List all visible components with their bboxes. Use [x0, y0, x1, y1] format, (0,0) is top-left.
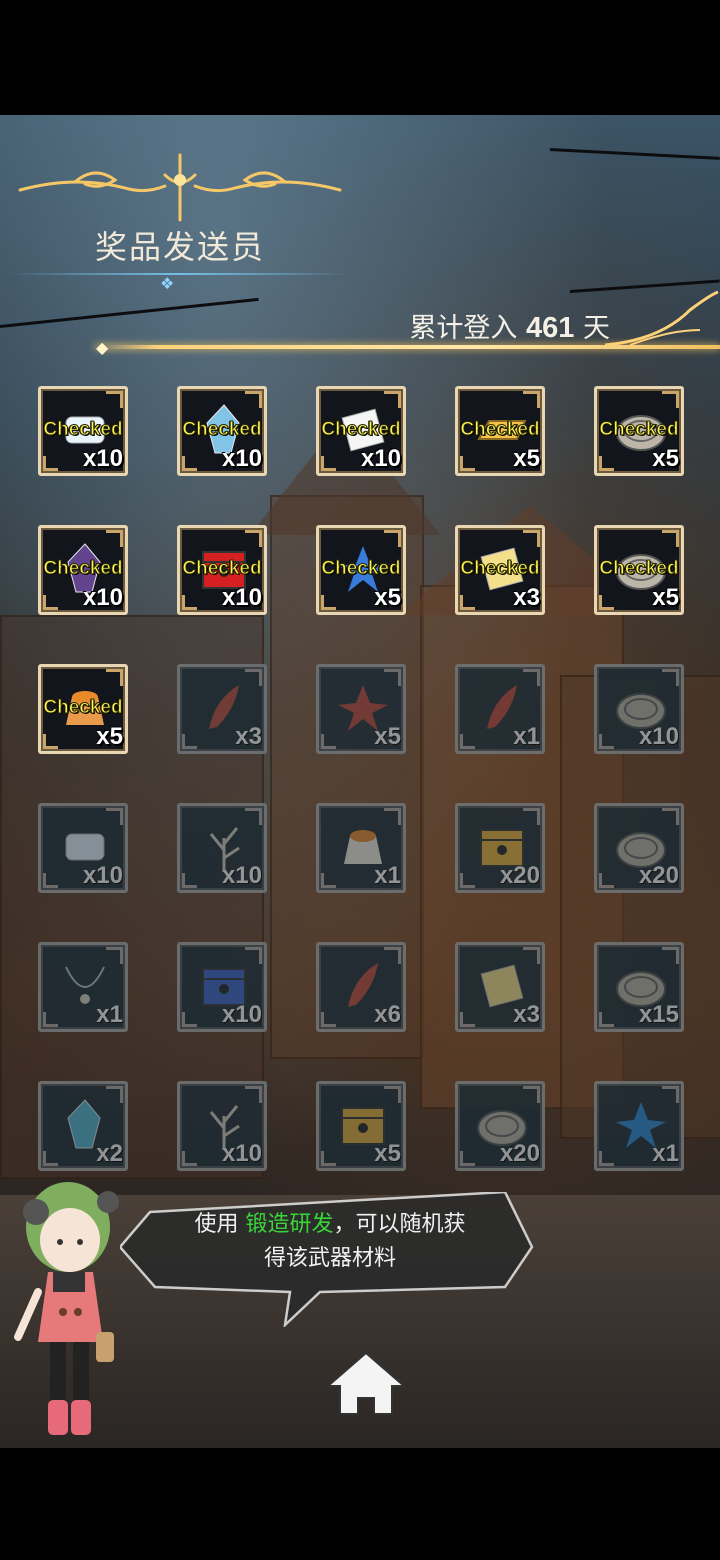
reward-slot[interactable]: x5 — [316, 664, 406, 754]
reward-slot[interactable]: x2 — [38, 1081, 128, 1171]
checked-label: Checked — [43, 419, 123, 441]
checked-label: Checked — [599, 419, 679, 441]
tip-text: 使用 锻造研发，可以随机获 得该武器材料 — [160, 1208, 500, 1276]
page-title: 奖品发送员 — [94, 228, 265, 266]
tip-line2: 得该武器材料 — [263, 1246, 396, 1271]
reward-quantity: x3 — [235, 723, 262, 750]
reward-quantity: x6 — [374, 1001, 401, 1028]
reward-quantity: x20 — [499, 862, 540, 889]
checked-label: Checked — [43, 558, 123, 580]
reward-quantity: x2 — [96, 1140, 123, 1167]
checked-label: Checked — [599, 558, 679, 580]
reward-slot[interactable]: Checked x5 — [316, 525, 406, 615]
login-divider-tip-icon: ◆ — [96, 338, 109, 357]
reward-quantity: x1 — [96, 1001, 123, 1028]
reward-slot[interactable]: x15 — [594, 942, 684, 1032]
checked-label: Checked — [182, 558, 262, 580]
reward-quantity: x20 — [499, 1140, 540, 1167]
reward-slot[interactable]: Checked x5 — [38, 664, 128, 754]
mascot-character — [14, 1182, 119, 1435]
reward-slot[interactable]: x10 — [177, 942, 267, 1032]
reward-quantity: x3 — [513, 1001, 540, 1028]
reward-quantity: x10 — [221, 584, 262, 611]
reward-slot[interactable]: x20 — [455, 1081, 545, 1171]
reward-quantity: x5 — [652, 584, 679, 611]
tip-prefix: 使用 — [194, 1212, 239, 1237]
reward-quantity: x5 — [374, 1140, 401, 1167]
reward-quantity: x10 — [221, 862, 262, 889]
reward-quantity: x1 — [374, 862, 401, 889]
reward-quantity: x5 — [652, 445, 679, 472]
reward-slot[interactable]: Checked x10 — [38, 386, 128, 476]
reward-quantity: x5 — [513, 445, 540, 472]
reward-quantity: x15 — [638, 1001, 679, 1028]
reward-quantity: x10 — [221, 1140, 262, 1167]
reward-quantity: x20 — [638, 862, 679, 889]
title-ornament — [18, 153, 342, 222]
reward-slot[interactable]: x5 — [316, 1081, 406, 1171]
reward-quantity: x10 — [82, 584, 123, 611]
home-button[interactable] — [326, 1350, 406, 1416]
reward-slot[interactable]: Checked x5 — [594, 525, 684, 615]
login-counter: 累计登入 461 天 — [409, 306, 610, 345]
reward-quantity: x10 — [82, 862, 123, 889]
checked-label: Checked — [321, 419, 401, 441]
login-prefix: 累计登入 — [409, 313, 518, 344]
reward-slot[interactable]: x3 — [177, 664, 267, 754]
reward-quantity: x10 — [360, 445, 401, 472]
reward-slot[interactable]: Checked x5 — [455, 386, 545, 476]
reward-quantity: x3 — [513, 584, 540, 611]
login-days: 461 — [526, 312, 575, 344]
reward-slot[interactable]: Checked x3 — [455, 525, 545, 615]
tip-suffix: ，可以随机获 — [333, 1212, 466, 1237]
checked-label: Checked — [460, 419, 540, 441]
login-divider — [95, 345, 720, 349]
reward-quantity: x10 — [221, 1001, 262, 1028]
title-divider — [10, 273, 350, 275]
reward-slot[interactable]: x1 — [38, 942, 128, 1032]
reward-slot[interactable]: Checked x5 — [594, 386, 684, 476]
login-curl-ornament — [604, 290, 719, 347]
reward-slot[interactable]: x10 — [177, 1081, 267, 1171]
checked-label: Checked — [460, 558, 540, 580]
reward-quantity: x1 — [652, 1140, 679, 1167]
reward-slot[interactable]: x1 — [316, 803, 406, 893]
reward-slot[interactable]: x10 — [38, 803, 128, 893]
reward-slot[interactable]: x1 — [455, 664, 545, 754]
tip-highlight[interactable]: 锻造研发 — [245, 1212, 333, 1237]
reward-slot[interactable]: x10 — [177, 803, 267, 893]
reward-slot[interactable]: x20 — [455, 803, 545, 893]
reward-slot[interactable]: x1 — [594, 1081, 684, 1171]
reward-slot[interactable]: x10 — [594, 664, 684, 754]
checked-label: Checked — [321, 558, 401, 580]
reward-quantity: x5 — [374, 723, 401, 750]
reward-quantity: x10 — [221, 445, 262, 472]
reward-slot[interactable]: Checked x10 — [38, 525, 128, 615]
reward-slot[interactable]: Checked x10 — [177, 386, 267, 476]
title-gem-icon: ❖ — [160, 274, 175, 293]
reward-slot[interactable]: Checked x10 — [316, 386, 406, 476]
reward-quantity: x10 — [82, 445, 123, 472]
reward-quantity: x5 — [374, 584, 401, 611]
checked-label: Checked — [43, 697, 123, 719]
reward-quantity: x5 — [96, 723, 123, 750]
checked-label: Checked — [182, 419, 262, 441]
reward-slot[interactable]: x20 — [594, 803, 684, 893]
reward-slot[interactable]: x3 — [455, 942, 545, 1032]
reward-slot[interactable]: Checked x10 — [177, 525, 267, 615]
login-suffix: 天 — [583, 313, 610, 344]
reward-quantity: x10 — [638, 723, 679, 750]
reward-slot[interactable]: x6 — [316, 942, 406, 1032]
reward-quantity: x1 — [513, 723, 540, 750]
